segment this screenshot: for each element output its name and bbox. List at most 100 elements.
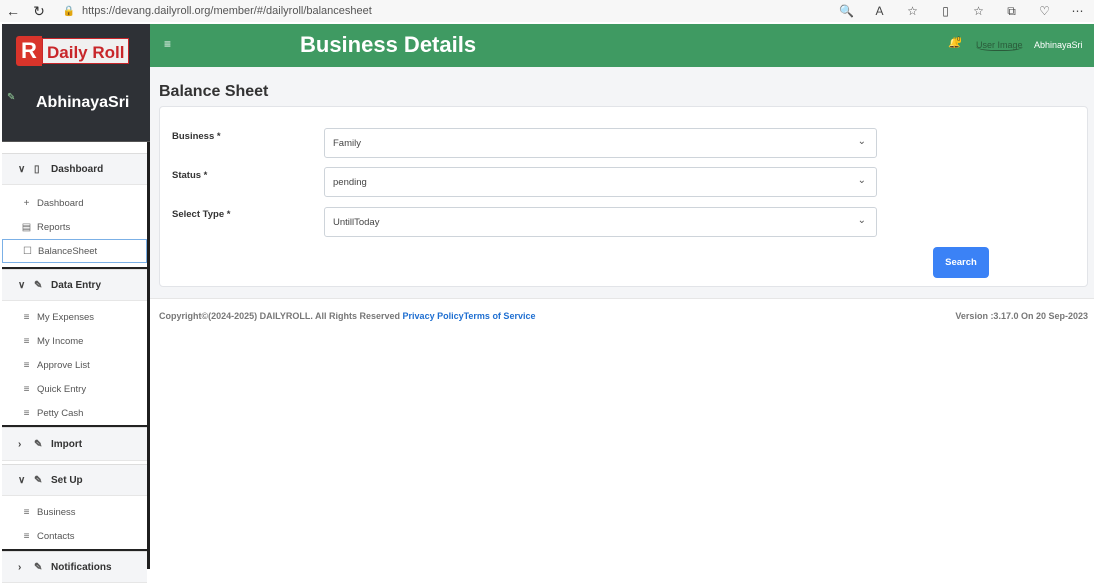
status-label: Status * — [172, 170, 208, 181]
split-screen-icon[interactable]: ▯ — [929, 4, 962, 19]
sidebar-item-contacts[interactable]: ≡ Contacts — [2, 524, 147, 548]
section-label: Data Entry — [51, 279, 102, 291]
more-icon[interactable]: ⋯ — [1061, 4, 1094, 19]
privacy-policy-link[interactable]: Privacy Policy — [403, 311, 464, 321]
business-select[interactable]: Family ⌄ — [324, 128, 877, 158]
top-bar: ≡ Business Details 🔔 0 User Image Abhina… — [150, 24, 1094, 67]
pencil-icon: ✎ — [34, 561, 43, 573]
sidebar-header: R Daily Roll ✎ AbhinayaSri — [2, 24, 150, 142]
item-label: Petty Cash — [37, 407, 84, 419]
list-icon: ≡ — [23, 359, 30, 371]
chevron-down-icon: ∨ — [18, 474, 26, 486]
read-aloud-icon[interactable]: A — [863, 4, 896, 19]
select-type-select[interactable]: UntillToday ⌄ — [324, 207, 877, 237]
document-icon: ▯ — [34, 163, 40, 175]
sidebar-item-reports[interactable]: ▤ Reports — [2, 215, 147, 239]
item-label: BalanceSheet — [38, 245, 98, 257]
sidebar-item-petty-cash[interactable]: ≡ Petty Cash — [2, 401, 147, 425]
report-icon: ▤ — [21, 221, 32, 233]
page-title: Business Details — [300, 32, 477, 57]
section-label: Import — [51, 438, 83, 450]
item-label: Business — [37, 506, 76, 518]
refresh-icon[interactable]: ↻ — [26, 3, 52, 20]
section-label: Notifications — [51, 561, 112, 573]
chevron-right-icon: › — [18, 561, 22, 573]
pencil-icon: ✎ — [34, 279, 43, 291]
plus-icon: + — [23, 197, 30, 209]
logo[interactable]: R Daily Roll — [16, 36, 136, 66]
item-label: Contacts — [37, 530, 75, 542]
status-select[interactable]: pending ⌄ — [324, 167, 877, 197]
topbar-user-name[interactable]: AbhinayaSri — [1034, 40, 1083, 50]
chevron-down-icon: ⌄ — [857, 175, 866, 186]
chevron-down-icon: ∨ — [18, 279, 26, 291]
sidebar-section-import[interactable]: › ✎ Import — [2, 427, 147, 461]
pencil-icon: ✎ — [34, 438, 43, 450]
business-label: Business * — [172, 131, 221, 142]
section-title: Balance Sheet — [159, 83, 269, 100]
filter-card: Business * Family ⌄ Status * pending ⌄ S… — [159, 106, 1088, 287]
item-label: Quick Entry — [37, 383, 87, 395]
chevron-right-icon: › — [18, 438, 22, 450]
sidebar-section-data-entry[interactable]: ∨ ✎ Data Entry — [2, 269, 147, 301]
sidebar-item-quick-entry[interactable]: ≡ Quick Entry — [2, 377, 147, 401]
sidebar-section-notifications[interactable]: › ✎ Notifications — [2, 551, 147, 583]
sidebar: R Daily Roll ✎ AbhinayaSri ∨ ▯ Dashboard… — [2, 24, 150, 583]
pencil-icon: ✎ — [34, 474, 43, 486]
notification-badge: 0 — [956, 37, 962, 43]
item-label: My Income — [37, 335, 84, 347]
lock-icon: 🔒 — [62, 5, 76, 17]
sidebar-item-business[interactable]: ≡ Business — [2, 500, 147, 524]
favorites-list-icon[interactable]: ☆ — [962, 4, 995, 19]
sidebar-item-balancesheet[interactable]: ☐ BalanceSheet — [2, 239, 147, 263]
sidebar-user-name: AbhinayaSri — [36, 94, 130, 111]
address-bar[interactable]: https://devang.dailyroll.org/member/#/da… — [82, 5, 372, 17]
sidebar-section-set-up[interactable]: ∨ ✎ Set Up — [2, 464, 147, 496]
section-label: Set Up — [51, 474, 83, 486]
search-button[interactable]: Search — [933, 247, 989, 278]
select-value: Family — [333, 137, 361, 149]
sidebar-item-my-income[interactable]: ≡ My Income — [2, 329, 147, 353]
health-icon[interactable]: ♡ — [1028, 4, 1061, 19]
list-icon: ≡ — [23, 407, 30, 419]
list-icon: ≡ — [23, 335, 30, 347]
select-value: pending — [333, 176, 367, 188]
select-type-label: Select Type * — [172, 209, 231, 220]
edit-box-icon: ☐ — [23, 245, 32, 257]
version-text: Version :3.17.0 On 20 Sep-2023 — [955, 311, 1088, 321]
footer: Copyright©(2024-2025) DAILYROLL. All Rig… — [150, 298, 1094, 569]
sidebar-section-dashboard[interactable]: ∨ ▯ Dashboard — [2, 153, 147, 185]
sidebar-item-dashboard[interactable]: + Dashboard — [2, 191, 147, 215]
chevron-down-icon: ∨ — [18, 163, 26, 175]
list-icon: ≡ — [23, 311, 30, 323]
copyright: Copyright©(2024-2025) DAILYROLL. All Rig… — [159, 311, 535, 321]
collections-icon[interactable]: ⧉ — [995, 4, 1028, 19]
copyright-text: Copyright©(2024-2025) DAILYROLL. All Rig… — [159, 311, 401, 321]
item-label: Approve List — [37, 359, 90, 371]
sidebar-item-my-expenses[interactable]: ≡ My Expenses — [2, 305, 147, 329]
sidebar-menu: ∨ ▯ Dashboard + Dashboard ▤ Reports ☐ Ba… — [2, 142, 150, 583]
divider — [2, 141, 150, 142]
list-icon: ≡ — [23, 530, 30, 542]
zoom-icon[interactable]: 🔍 — [830, 4, 863, 19]
edit-profile-icon[interactable]: ✎ — [7, 92, 15, 103]
section-label: Dashboard — [51, 163, 104, 175]
item-label: Reports — [37, 221, 71, 233]
hamburger-menu-icon[interactable]: ≡ — [164, 37, 171, 51]
chevron-down-icon: ⌄ — [857, 136, 866, 147]
sidebar-item-approve-list[interactable]: ≡ Approve List — [2, 353, 147, 377]
item-label: Dashboard — [37, 197, 84, 209]
browser-tools: 🔍 A ☆ ▯ ☆ ⧉ ♡ ⋯ — [830, 4, 1094, 19]
browser-toolbar: ← ↻ 🔒 https://devang.dailyroll.org/membe… — [0, 0, 1094, 22]
logo-text: Daily Roll — [42, 38, 130, 64]
terms-of-service-link[interactable]: Terms of Service — [464, 311, 536, 321]
item-label: My Expenses — [37, 311, 95, 323]
favorite-icon[interactable]: ☆ — [896, 4, 929, 19]
back-icon[interactable]: ← — [0, 3, 26, 19]
list-icon: ≡ — [23, 506, 30, 518]
logo-mark: R — [16, 36, 42, 66]
select-value: UntillToday — [333, 216, 380, 228]
list-icon: ≡ — [23, 383, 30, 395]
user-image[interactable]: User Image — [976, 40, 1023, 51]
